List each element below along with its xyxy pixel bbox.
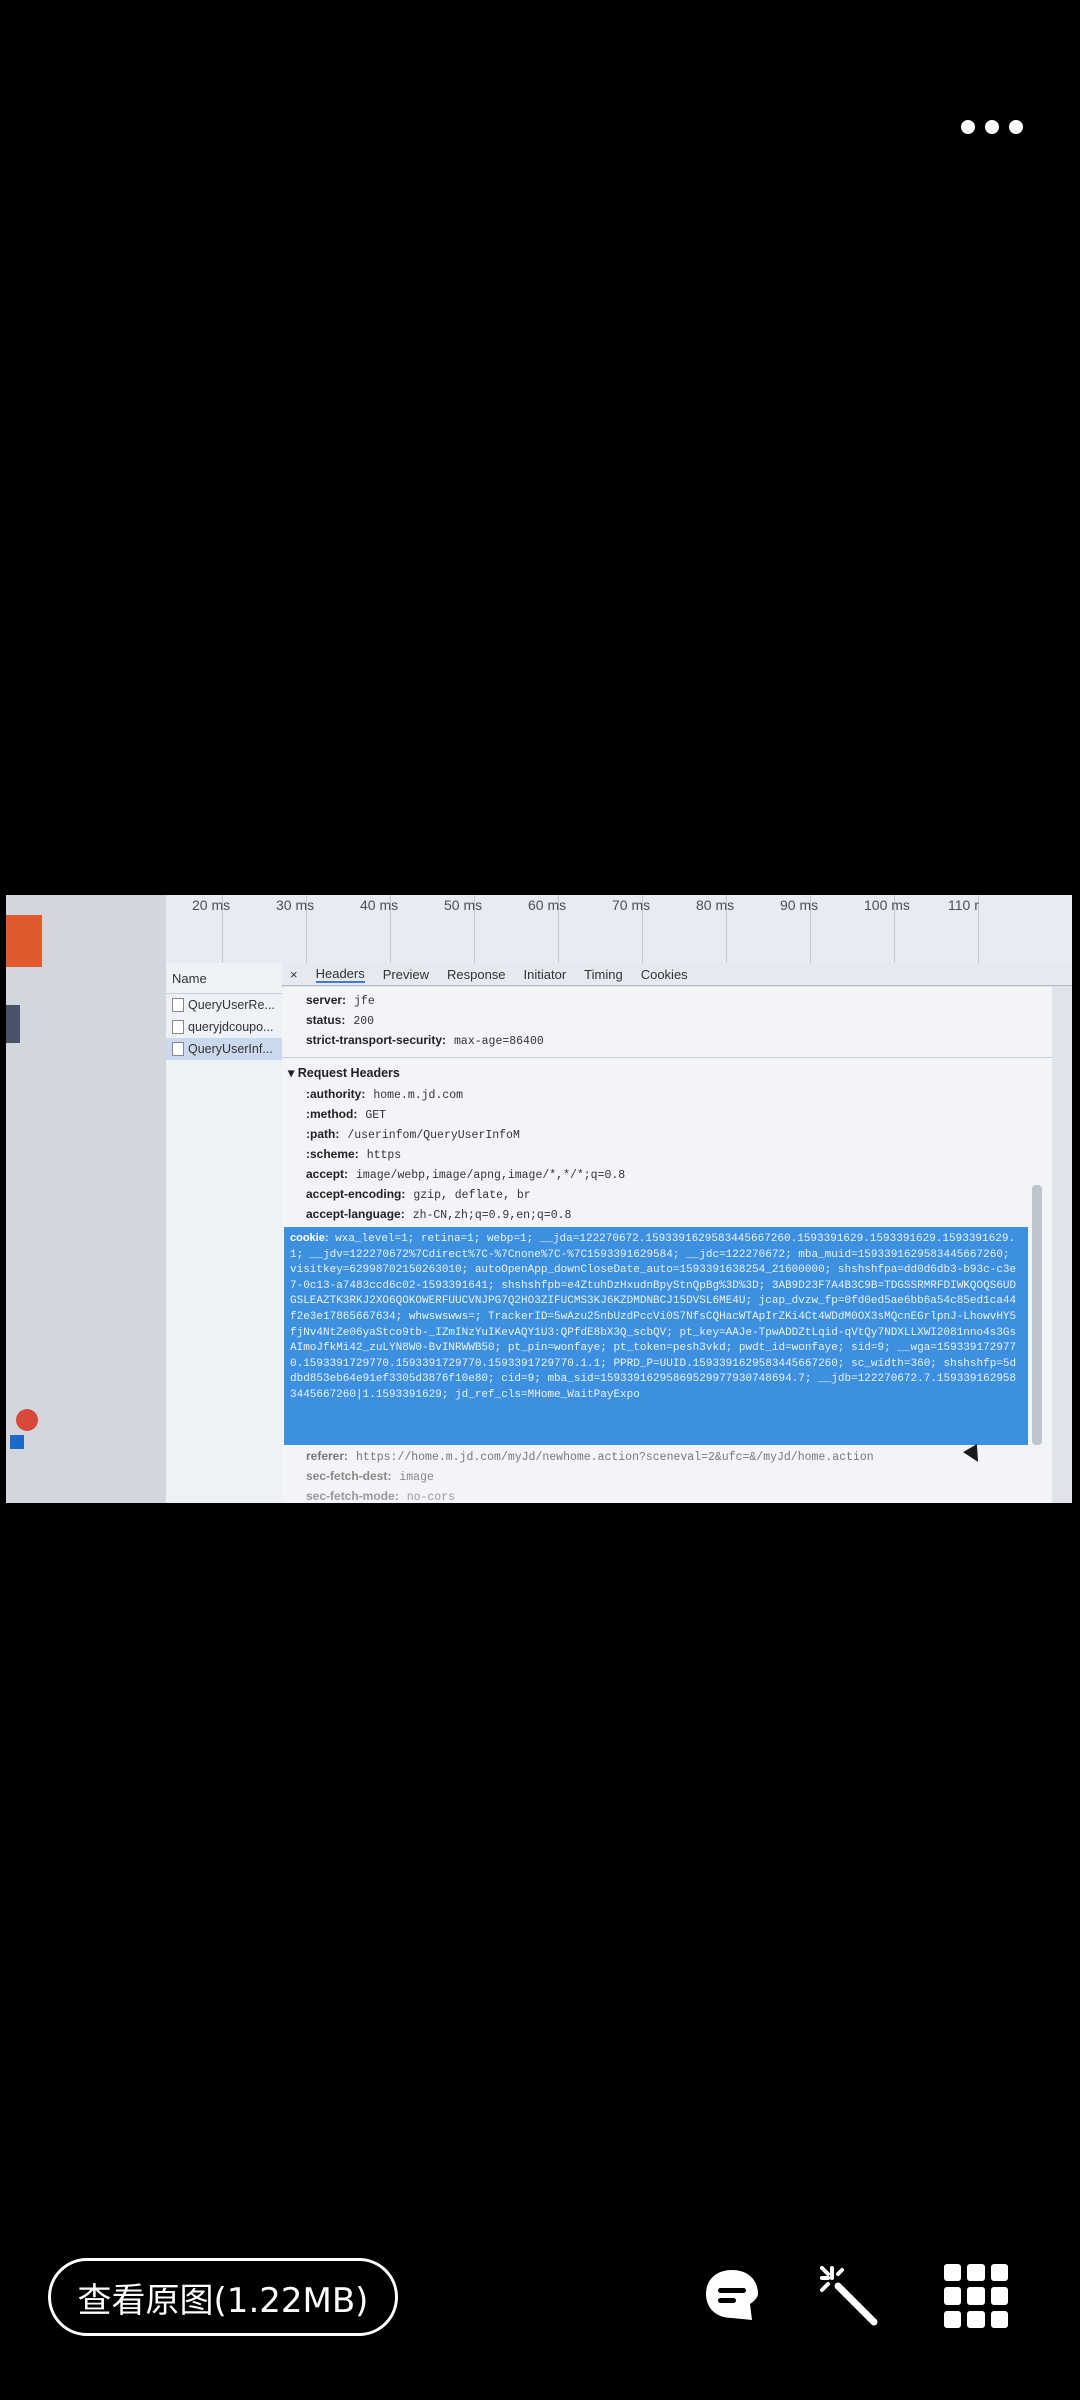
- request-row-selected[interactable]: QueryUserInf...: [166, 1038, 282, 1060]
- header-key: :path:: [306, 1127, 340, 1141]
- header-row: accept-language: zh-CN,zh;q=0.9,en;q=0.8: [306, 1207, 571, 1222]
- grid-cell: [990, 2287, 1008, 2305]
- grid-cell: [944, 2310, 962, 2328]
- headers-content: server: jfe status: 200 strict-transport-s…: [282, 987, 1052, 1503]
- request-name: QueryUserInf...: [188, 1042, 273, 1056]
- magic-wand-icon[interactable]: [818, 2264, 882, 2328]
- grid-cell: [990, 2310, 1008, 2328]
- header-value: https://home.m.jd.com/myJd/newhome.actio…: [356, 1451, 874, 1464]
- header-key: referer:: [306, 1449, 349, 1463]
- grid-cell: [944, 2264, 962, 2282]
- scrollbar[interactable]: [1032, 1185, 1042, 1445]
- timeline-tick-label: 100 ms: [864, 897, 910, 913]
- header-row: :method: GET: [306, 1107, 386, 1122]
- close-icon[interactable]: ×: [290, 967, 298, 982]
- header-key: sec-fetch-dest:: [306, 1469, 392, 1483]
- header-row: sec-fetch-mode: no-cors: [306, 1489, 455, 1503]
- tab-response[interactable]: Response: [447, 967, 506, 982]
- user-icon: [10, 1435, 24, 1449]
- left-app-strip: [6, 895, 166, 1503]
- header-value: https: [366, 1149, 402, 1162]
- header-key: :method:: [306, 1107, 358, 1121]
- cookie-value: wxa_level=1; retina=1; webp=1; __jda=122…: [290, 1233, 1017, 1401]
- header-value: gzip, deflate, br: [413, 1189, 531, 1202]
- header-value: home.m.jd.com: [373, 1089, 464, 1102]
- header-key: status:: [306, 1013, 346, 1027]
- request-row[interactable]: queryjdcoupo...: [166, 1016, 282, 1038]
- header-row: :path: /userinfom/QueryUserInfoM: [306, 1127, 520, 1142]
- more-dot: [985, 120, 999, 134]
- header-value: image/webp,image/apng,image/*,*/*;q=0.8: [356, 1169, 626, 1182]
- red-badge-block: [6, 915, 42, 967]
- header-value: zh-CN,zh;q=0.9,en;q=0.8: [412, 1209, 572, 1222]
- tab-preview[interactable]: Preview: [383, 967, 429, 982]
- timeline-tick-label: 50 ms: [444, 897, 483, 913]
- more-dot: [1009, 120, 1023, 134]
- tab-timing[interactable]: Timing: [584, 967, 623, 982]
- more-menu-button[interactable]: [956, 112, 1028, 142]
- header-value: jfe: [354, 995, 375, 1008]
- header-value: no-cors: [406, 1491, 455, 1503]
- timeline-tick-label: 90 ms: [780, 897, 819, 913]
- more-horizontal-icon: [961, 120, 975, 134]
- name-column-header[interactable]: Name: [166, 963, 282, 994]
- request-name: QueryUserRe...: [188, 998, 275, 1012]
- header-row: :scheme: https: [306, 1147, 401, 1162]
- chat-bubble-icon[interactable]: [700, 2264, 764, 2328]
- header-value: 200: [353, 1015, 375, 1028]
- header-key: accept-language:: [306, 1207, 405, 1221]
- file-icon: [172, 1042, 184, 1056]
- header-value: max-age=86400: [454, 1035, 544, 1048]
- tab-cookies[interactable]: Cookies: [641, 967, 688, 982]
- header-row: :authority: home.m.jd.com: [306, 1087, 463, 1102]
- header-row: sec-fetch-dest: image: [306, 1469, 434, 1484]
- cookie-header-selected[interactable]: cookie: wxa_level=1; retina=1; webp=1; _…: [284, 1227, 1028, 1445]
- tab-headers[interactable]: Headers: [315, 966, 365, 983]
- header-row: accept: image/webp,image/apng,image/*,*/*…: [306, 1167, 625, 1182]
- timeline-tick-label: 80 ms: [696, 897, 735, 913]
- avatar: [16, 1409, 38, 1431]
- timeline-tick-label: 40 ms: [360, 897, 399, 913]
- view-original-button[interactable]: 查看原图(1.22MB): [48, 2258, 398, 2336]
- header-row: server: jfe: [306, 993, 375, 1008]
- tab-initiator[interactable]: Initiator: [524, 967, 567, 982]
- timeline-tick-label: 20 ms: [192, 897, 231, 913]
- header-value: GET: [365, 1109, 387, 1122]
- header-value: image: [399, 1471, 434, 1484]
- header-key: sec-fetch-mode:: [306, 1489, 399, 1503]
- screenshot-photo: 20 ms 30 ms 40 ms 50 ms 60 ms 70 ms 80 ms 90 ms…: [6, 895, 1072, 1503]
- request-list-panel: Name QueryUserRe... queryjdcoupo... Quer…: [166, 963, 283, 1503]
- header-key: accept-encoding:: [306, 1187, 406, 1201]
- header-row: accept-encoding: gzip, deflate, br: [306, 1187, 531, 1202]
- header-value: /userinfom/QueryUserInfoM: [347, 1129, 520, 1142]
- timeline-tick-label: 30 ms: [276, 897, 315, 913]
- grid-cell: [990, 2264, 1008, 2282]
- grid-cell: [944, 2287, 962, 2305]
- timeline-tick-label: 70 ms: [612, 897, 651, 913]
- header-row: status: 200: [306, 1013, 374, 1028]
- grid-cell: [967, 2264, 985, 2282]
- grid-icon[interactable]: [944, 2264, 1008, 2328]
- grid-cell: [967, 2287, 985, 2305]
- request-headers-title[interactable]: ▾ Request Headers: [288, 1065, 400, 1080]
- request-row[interactable]: QueryUserRe...: [166, 994, 282, 1016]
- header-row: referer: https://home.m.jd.com/myJd/newho…: [306, 1449, 874, 1464]
- header-key: :authority:: [306, 1087, 366, 1101]
- header-key: accept:: [306, 1167, 349, 1181]
- header-key: strict-transport-security:: [306, 1033, 447, 1047]
- side-tab-block: [6, 1005, 20, 1043]
- file-icon: [172, 998, 184, 1012]
- header-row: strict-transport-security: max-age=86400: [306, 1033, 544, 1048]
- timeline-tick-label: 60 ms: [528, 897, 567, 913]
- header-key: server:: [306, 993, 347, 1007]
- request-name: queryjdcoupo...: [188, 1020, 274, 1034]
- cookie-key: cookie:: [290, 1232, 329, 1244]
- section-divider: [282, 1057, 1052, 1058]
- grid-cell: [967, 2310, 985, 2328]
- network-timeline: 20 ms 30 ms 40 ms 50 ms 60 ms 70 ms 80 ms 90 ms…: [166, 895, 1072, 964]
- timeline-tick-label: 110 r: [948, 897, 979, 913]
- header-key: :scheme:: [306, 1147, 359, 1161]
- detail-tabs: × Headers Preview Response Initiator Tim…: [282, 963, 1072, 986]
- file-icon: [172, 1020, 184, 1034]
